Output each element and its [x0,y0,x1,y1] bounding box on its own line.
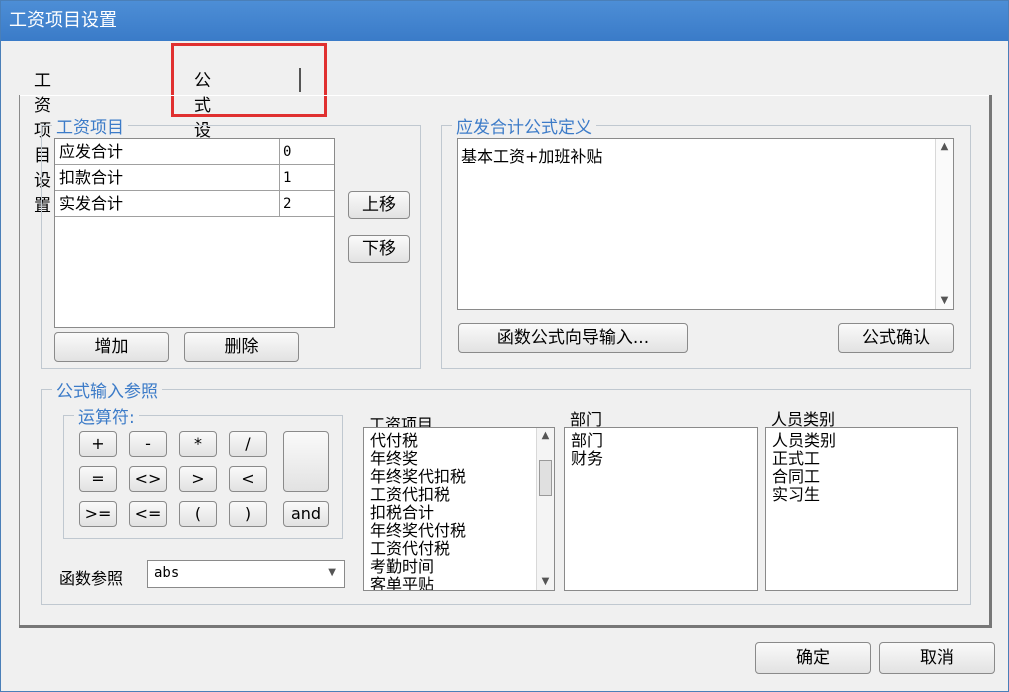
item-value: 0 [283,144,292,160]
chevron-down-icon[interactable]: ▼ [328,567,336,578]
salary-list-item[interactable]: 年终奖代付税 [364,522,554,540]
panel-bottom-edge [19,625,992,628]
function-wizard-button[interactable]: 函数公式向导输入... [458,323,688,353]
item-value: 2 [283,196,292,212]
op-divide-button[interactable]: / [229,431,267,457]
panel-right-edge [989,95,992,628]
cancel-button[interactable]: 取消 [879,642,995,674]
item-value: 1 [283,170,292,186]
scroll-down-icon[interactable]: ▼ [537,574,554,590]
scroll-thumb[interactable] [539,460,552,496]
scroll-up-icon[interactable]: ▲ [537,428,554,444]
staff-type-list[interactable]: 人员类别 正式工 合同工 实习生 [765,427,958,591]
function-ref-value: abs [154,565,180,581]
delete-button[interactable]: 删除 [184,332,299,362]
formula-textarea[interactable]: 基本工资+加班补贴 ▲ ▼ [457,138,954,310]
salary-list-item[interactable]: 年终奖代扣税 [364,468,554,486]
salary-items-legend: 工资项目 [56,118,124,138]
op-greater-button[interactable]: > [179,466,217,492]
scroll-down-icon[interactable]: ▼ [936,293,953,309]
formula-scrollbar[interactable]: ▲ ▼ [935,139,953,309]
op-minus-button[interactable]: - [129,431,167,457]
op-equal-button[interactable]: = [79,466,117,492]
operators-legend: 运算符: [78,408,135,428]
salary-list-item[interactable]: 年终奖 [364,450,554,468]
table-row[interactable]: 实发合计 2 [55,191,334,217]
dept-list[interactable]: 部门 财务 [564,427,758,591]
ok-button[interactable]: 确定 [755,642,871,674]
staff-type-list-item[interactable]: 正式工 [766,450,957,468]
table-row[interactable]: 应发合计 0 [55,139,334,165]
tab-cursor [299,68,301,92]
item-name: 应发合计 [59,142,124,161]
salary-list-item[interactable]: 客单平贴 [364,576,554,591]
function-ref-label: 函数参照 [59,569,124,588]
function-ref-select[interactable]: abs ▼ [147,560,345,588]
op-less-equal-button[interactable]: <= [129,501,167,527]
item-name: 扣款合计 [59,168,124,187]
move-up-button[interactable]: 上移 [348,191,410,219]
salary-list-item[interactable]: 考勤时间 [364,558,554,576]
op-and-button[interactable]: and [283,501,329,527]
salary-list-title: 工资项目 [369,415,434,427]
add-button[interactable]: 增加 [54,332,169,362]
op-plus-button[interactable]: + [79,431,117,457]
op-blank-button[interactable] [283,431,329,492]
op-left-paren-button[interactable]: ( [179,501,217,527]
dialog-window: 工资项目设置 工资项目设置 公式设置 工资项目 应发合计 0 扣款合计 1 实发… [0,0,1009,692]
op-less-button[interactable]: < [229,466,267,492]
table-row[interactable]: 扣款合计 1 [55,165,334,191]
formula-text: 基本工资+加班补贴 [461,147,603,166]
staff-type-list-item[interactable]: 合同工 [766,468,957,486]
salary-list-item[interactable]: 工资代扣税 [364,486,554,504]
dept-list-item[interactable]: 部门 [565,432,757,450]
salary-list-item[interactable]: 扣税合计 [364,504,554,522]
window-title: 工资项目设置 [1,1,1008,41]
dept-list-item[interactable]: 财务 [565,450,757,468]
item-name: 实发合计 [59,194,124,213]
salary-list-item[interactable]: 代付税 [364,432,554,450]
formula-def-legend: 应发合计公式定义 [456,118,592,138]
staff-type-list-item[interactable]: 人员类别 [766,432,957,450]
formula-ref-legend: 公式输入参照 [56,382,158,402]
op-multiply-button[interactable]: * [179,431,217,457]
salary-items-table[interactable]: 应发合计 0 扣款合计 1 实发合计 2 [54,138,335,328]
op-greater-equal-button[interactable]: >= [79,501,117,527]
op-not-equal-button[interactable]: <> [129,466,167,492]
staff-type-list-item[interactable]: 实习生 [766,486,957,504]
move-down-button[interactable]: 下移 [348,235,410,263]
op-right-paren-button[interactable]: ) [229,501,267,527]
salary-item-list[interactable]: 代付税 年终奖 年终奖代扣税 工资代扣税 扣税合计 年终奖代付税 工资代付税 考勤时间 客单平贴… [363,427,555,591]
salary-list-item[interactable]: 工资代付税 [364,540,554,558]
scroll-up-icon[interactable]: ▲ [936,139,953,155]
formula-confirm-button[interactable]: 公式确认 [838,323,954,353]
salary-list-scrollbar[interactable]: ▲ ▼ [536,428,554,590]
